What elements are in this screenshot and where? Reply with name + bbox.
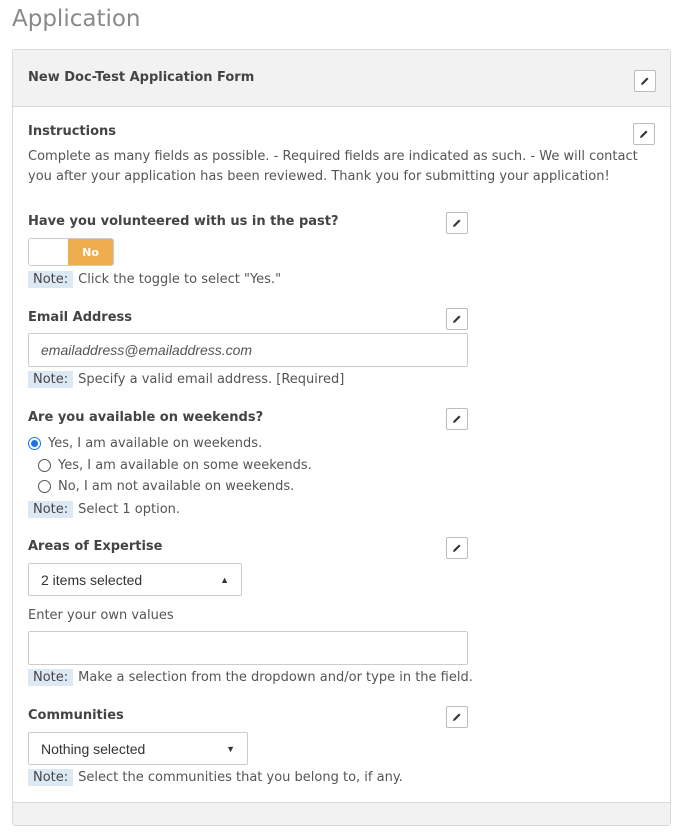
volunteered-label: Have you volunteered with us in the past… bbox=[28, 214, 339, 229]
note-text: Make a selection from the dropdown and/o… bbox=[78, 670, 473, 685]
weekends-option-some[interactable]: Yes, I am available on some weekends. bbox=[38, 458, 312, 473]
edit-form-title-button[interactable] bbox=[634, 70, 656, 92]
weekends-option-no[interactable]: No, I am not available on weekends. bbox=[38, 479, 294, 494]
pencil-icon bbox=[453, 315, 461, 323]
pencil-icon bbox=[640, 130, 648, 138]
note-text: Click the toggle to select "Yes." bbox=[78, 272, 282, 287]
page-title: Application bbox=[12, 6, 141, 32]
note-tag: Note: bbox=[28, 501, 74, 518]
radio-label: No, I am not available on weekends. bbox=[58, 479, 295, 494]
weekends-label: Are you available on weekends? bbox=[28, 410, 264, 425]
note-text: Select 1 option. bbox=[78, 502, 181, 517]
edit-volunteered-button[interactable] bbox=[446, 212, 468, 234]
weekends-note: Note: Select 1 option. bbox=[28, 501, 181, 518]
radio-label: Yes, I am available on weekends. bbox=[48, 436, 263, 451]
weekends-option-yes[interactable]: Yes, I am available on weekends. bbox=[28, 436, 262, 451]
expertise-note: Note: Make a selection from the dropdown … bbox=[28, 669, 473, 686]
communities-select[interactable]: Nothing selected ▼ bbox=[28, 732, 248, 765]
edit-weekends-button[interactable] bbox=[446, 408, 468, 430]
note-text: Specify a valid email address. [Required… bbox=[78, 372, 345, 387]
communities-note: Note: Select the communities that you bel… bbox=[28, 769, 403, 786]
caret-up-icon: ▲ bbox=[220, 574, 229, 585]
form-footer bbox=[13, 802, 670, 825]
pencil-icon bbox=[641, 77, 649, 85]
note-tag: Note: bbox=[28, 271, 74, 288]
pencil-icon bbox=[453, 219, 461, 227]
expertise-select[interactable]: 2 items selected ▲ bbox=[28, 563, 242, 596]
own-values-field[interactable] bbox=[28, 631, 468, 665]
radio-label: Yes, I am available on some weekends. bbox=[58, 458, 312, 473]
email-note: Note: Specify a valid email address. [Req… bbox=[28, 371, 345, 388]
instructions-label: Instructions bbox=[28, 124, 117, 139]
pencil-icon bbox=[453, 713, 461, 721]
caret-down-icon: ▼ bbox=[226, 743, 235, 754]
select-value: 2 items selected bbox=[41, 571, 143, 588]
volunteered-note: Note: Click the toggle to select "Yes." bbox=[28, 271, 282, 288]
pencil-icon bbox=[453, 544, 461, 552]
note-tag: Note: bbox=[28, 371, 74, 388]
form-title: New Doc-Test Application Form bbox=[28, 70, 255, 85]
expertise-label: Areas of Expertise bbox=[28, 539, 163, 554]
note-text: Select the communities that you belong t… bbox=[78, 770, 403, 785]
edit-communities-button[interactable] bbox=[446, 706, 468, 728]
edit-email-button[interactable] bbox=[446, 308, 468, 330]
volunteered-toggle[interactable]: No bbox=[28, 238, 114, 266]
select-value: Nothing selected bbox=[41, 740, 146, 757]
pencil-icon bbox=[453, 415, 461, 423]
own-values-label: Enter your own values bbox=[28, 608, 174, 623]
edit-expertise-button[interactable] bbox=[446, 537, 468, 559]
email-label: Email Address bbox=[28, 310, 133, 325]
note-tag: Note: bbox=[28, 769, 74, 786]
radio-unchecked-icon[interactable] bbox=[38, 459, 51, 472]
form-header: New Doc-Test Application Form bbox=[13, 50, 670, 107]
note-tag: Note: bbox=[28, 669, 74, 686]
radio-unchecked-icon[interactable] bbox=[38, 480, 51, 493]
instructions-text: Complete as many fields as possible. - R… bbox=[28, 149, 638, 184]
email-field[interactable]: emailaddress@emailaddress.com bbox=[28, 333, 468, 367]
radio-checked-icon[interactable] bbox=[28, 437, 41, 450]
toggle-off-segment bbox=[29, 239, 68, 265]
edit-instructions-button[interactable] bbox=[633, 123, 655, 145]
communities-label: Communities bbox=[28, 708, 124, 723]
toggle-value: No bbox=[68, 239, 113, 265]
